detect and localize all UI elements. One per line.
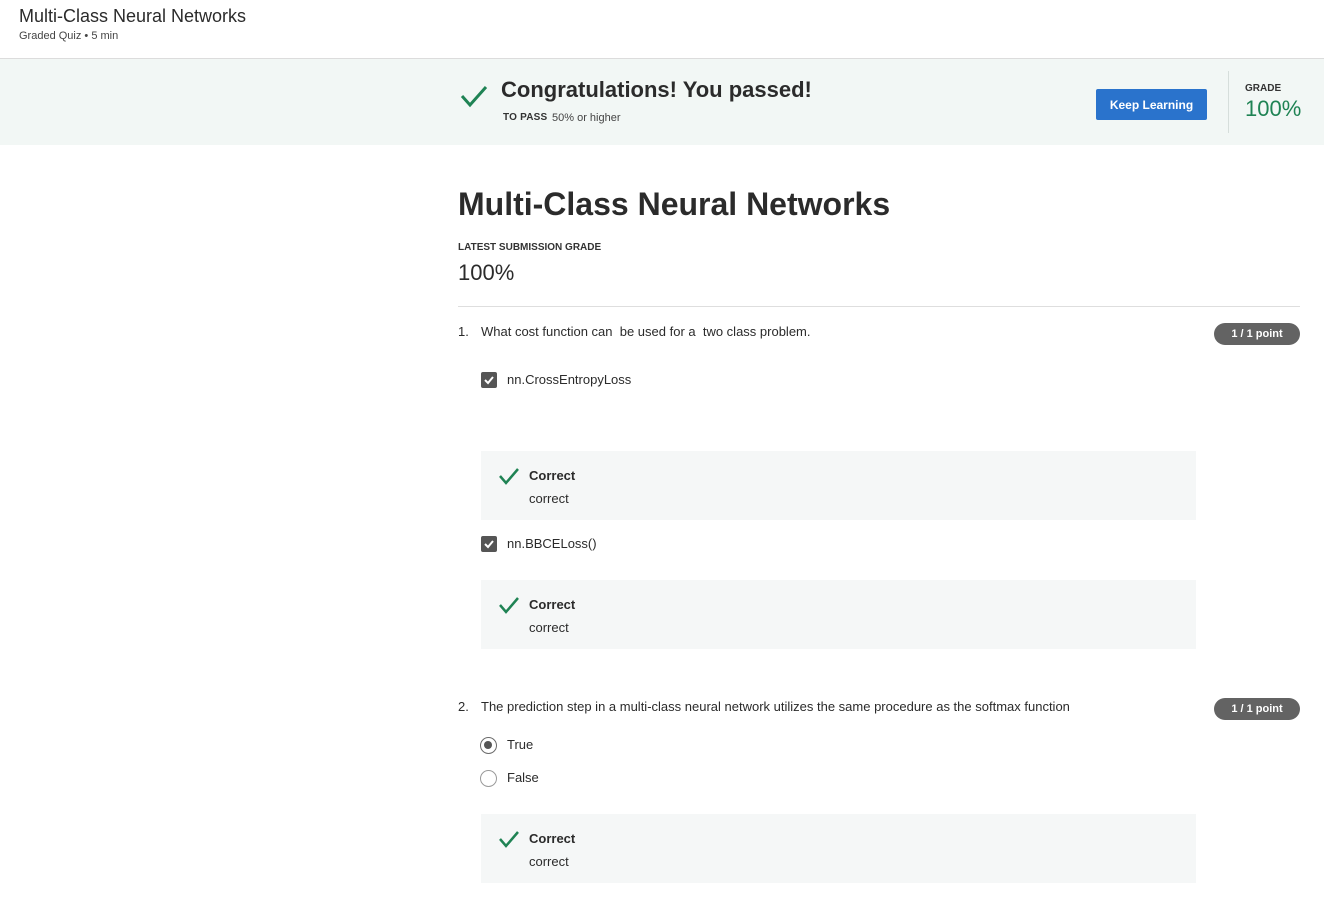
to-pass-label: TO PASS: [503, 112, 548, 123]
check-icon: [499, 468, 519, 485]
question-number: 1.: [458, 324, 469, 339]
feedback-text: correct: [529, 854, 569, 869]
points-badge: 1 / 1 point: [1214, 323, 1300, 345]
quiz-title: Multi-Class Neural Networks: [458, 186, 891, 222]
points-badge: 1 / 1 point: [1214, 698, 1300, 720]
feedback-title: Correct: [529, 831, 576, 846]
header-title: Multi-Class Neural Networks: [19, 6, 247, 26]
check-icon: [499, 831, 519, 848]
section-divider: [458, 306, 1300, 307]
grade-value: 100%: [1245, 96, 1302, 121]
option-radio-true[interactable]: [480, 737, 497, 754]
check-icon: [499, 597, 519, 614]
option-label: nn.CrossEntropyLoss: [507, 372, 632, 387]
pass-banner: Congratulations! You passed! TO PASS 50%…: [0, 59, 1324, 145]
question-text: What cost function can be used for a two…: [481, 324, 811, 339]
to-pass-value: 50% or higher: [552, 112, 621, 124]
question-text: The prediction step in a multi-class neu…: [481, 699, 1070, 714]
header-subtitle: Graded Quiz • 5 min: [19, 30, 119, 42]
top-header: Multi-Class Neural Networks Graded Quiz …: [0, 0, 1324, 59]
option-label: False: [507, 770, 539, 785]
latest-grade-label: LATEST SUBMISSION GRADE: [458, 242, 602, 253]
checkmark-icon: [484, 376, 494, 385]
option-label: nn.BBCELoss(): [507, 536, 597, 551]
checkmark-icon: [484, 540, 494, 549]
option-label: True: [507, 737, 534, 752]
question-number: 2.: [458, 699, 469, 714]
option-radio-false[interactable]: [480, 770, 497, 787]
feedback-correct: Correct correct: [481, 814, 1196, 883]
feedback-text: correct: [529, 620, 569, 635]
option-checkbox[interactable]: [481, 372, 497, 388]
feedback-text: correct: [529, 491, 569, 506]
feedback-correct: Correct correct: [481, 451, 1196, 520]
feedback-title: Correct: [529, 597, 576, 612]
check-icon: [460, 86, 488, 108]
feedback-correct: Correct correct: [481, 580, 1196, 649]
latest-grade-value: 100%: [458, 260, 515, 285]
keep-learning-button[interactable]: Keep Learning: [1096, 89, 1207, 120]
option-checkbox[interactable]: [481, 536, 497, 552]
banner-divider: [1228, 71, 1229, 133]
pass-message: Congratulations! You passed!: [501, 77, 812, 102]
feedback-title: Correct: [529, 468, 576, 483]
grade-label: GRADE: [1245, 83, 1282, 94]
